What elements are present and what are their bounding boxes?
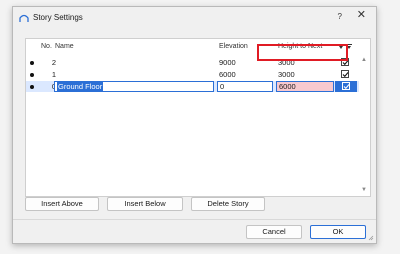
- title-bar: Story Settings ? ✕: [13, 7, 376, 29]
- footer-divider: [13, 219, 376, 220]
- resize-grip-icon[interactable]: [368, 235, 374, 241]
- scroll-down-icon[interactable]: ▼: [361, 187, 367, 193]
- story-marker-icon: [30, 61, 34, 65]
- story-height-to-next[interactable]: 3000: [278, 70, 295, 79]
- scroll-up-icon[interactable]: ▲: [361, 57, 367, 63]
- story-number: 2: [51, 58, 56, 67]
- ok-button[interactable]: OK: [310, 225, 366, 239]
- checkbox-icon: [343, 84, 350, 90]
- story-height-to-next: 6000: [279, 82, 296, 91]
- show-story-checkbox-cell[interactable]: [335, 81, 357, 92]
- show-story-checkbox[interactable]: [342, 82, 350, 90]
- story-elevation: 0: [220, 82, 225, 91]
- cancel-button[interactable]: Cancel: [246, 225, 302, 239]
- app-icon: [19, 14, 29, 22]
- story-elevation[interactable]: 6000: [219, 70, 236, 79]
- story-marker-icon: [30, 85, 34, 89]
- story-name-text: Ground Floor: [57, 82, 104, 91]
- close-icon[interactable]: ✕: [357, 10, 366, 21]
- insert-below-button[interactable]: Insert Below: [107, 197, 183, 211]
- delete-story-button[interactable]: Delete Story: [191, 197, 265, 211]
- help-icon[interactable]: ?: [338, 12, 342, 21]
- table-row-selected[interactable]: 0 Ground Floor 0 6000: [26, 81, 359, 92]
- story-name-field[interactable]: Ground Floor: [54, 81, 214, 92]
- annotation-highlight-box: [257, 44, 348, 61]
- checkbox-icon: [342, 72, 349, 78]
- column-header-elevation: Elevation: [219, 43, 248, 50]
- table-row[interactable]: 1 6000 3000: [26, 69, 359, 80]
- dialog-title: Story Settings: [33, 13, 83, 22]
- story-height-to-next-field[interactable]: 6000: [276, 81, 334, 92]
- story-number: 1: [51, 70, 56, 79]
- column-header-name: Name: [55, 43, 74, 50]
- story-settings-dialog: Story Settings ? ✕ No. Name Elevation He…: [12, 6, 377, 244]
- story-elevation-field[interactable]: 0: [217, 81, 273, 92]
- story-marker-icon: [30, 73, 34, 77]
- story-elevation[interactable]: 9000: [219, 58, 236, 67]
- insert-above-button[interactable]: Insert Above: [25, 197, 99, 211]
- story-table: No. Name Elevation Height to Next 2 9000…: [25, 38, 371, 197]
- show-story-checkbox[interactable]: [341, 70, 349, 78]
- column-header-no: No.: [41, 43, 52, 50]
